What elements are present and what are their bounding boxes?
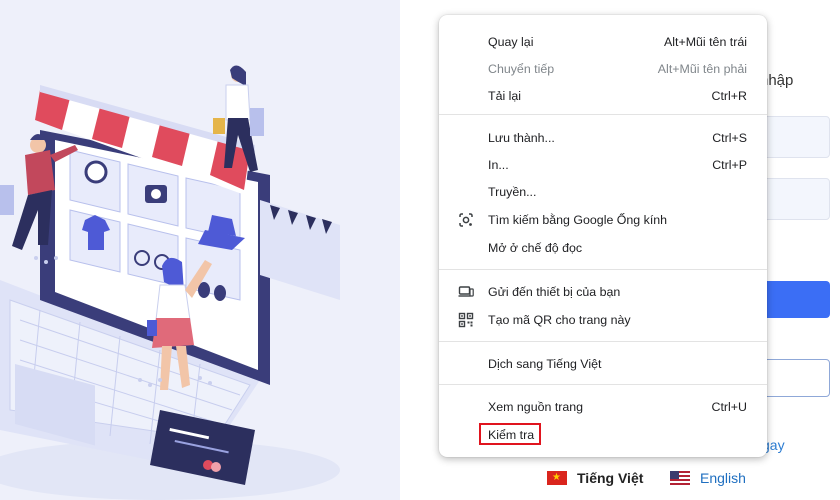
menu-item-label: Dịch sang Tiếng Việt [488,356,602,371]
menu-separator [439,269,767,270]
menu-item-label: Mở ở chế độ đọc [488,240,583,255]
inspect-highlight-box [479,423,541,445]
menu-item-shortcut: Ctrl+S [712,130,747,145]
menu-item-send-to-device[interactable]: Gửi đến thiết bị của bạn [439,278,767,305]
qr-code-icon [458,312,474,328]
vn-flag-icon [547,471,567,485]
menu-item-translate[interactable]: Dịch sang Tiếng Việt [439,350,767,377]
menu-item-label: In... [488,157,509,172]
laptop-store-illustration [0,65,340,500]
language-english[interactable]: English [670,470,746,486]
menu-item-label: Quay lại [488,34,534,49]
menu-item-shortcut: Ctrl+P [712,157,747,172]
language-english-label: English [700,470,746,486]
us-flag-icon [670,471,690,485]
menu-item-qr-code[interactable]: Tạo mã QR cho trang này [439,306,767,333]
menu-item-cast[interactable]: Truyền... [439,178,767,205]
menu-item-shortcut: Ctrl+U [711,399,747,414]
menu-separator [439,341,767,342]
language-vietnamese-label: Tiếng Việt [577,470,644,486]
context-menu: Quay lại Alt+Mũi tên trái Chuyển tiếp Al… [439,15,767,457]
menu-separator [439,114,767,115]
menu-item-view-source[interactable]: Xem nguồn trang Ctrl+U [439,393,767,420]
menu-item-label: Tạo mã QR cho trang này [488,312,631,327]
menu-item-print[interactable]: In... Ctrl+P [439,151,767,178]
menu-item-reading-mode[interactable]: Mở ở chế độ đọc [439,234,767,261]
menu-item-label: Truyền... [488,184,537,199]
google-lens-icon [459,213,473,227]
language-vietnamese[interactable]: Tiếng Việt [547,470,643,486]
menu-item-forward[interactable]: Chuyển tiếp Alt+Mũi tên phải [439,55,767,82]
menu-item-label: Gửi đến thiết bị của bạn [488,284,621,299]
menu-item-label: Tải lại [488,88,522,103]
menu-item-back[interactable]: Quay lại Alt+Mũi tên trái [439,28,767,55]
menu-separator [439,384,767,385]
shopping-illustration [0,0,400,500]
menu-item-reload[interactable]: Tải lại Ctrl+R [439,82,767,109]
send-to-device-icon [458,286,474,297]
menu-item-google-lens[interactable]: Tìm kiếm bằng Google Ống kính [439,206,767,233]
menu-item-label: Chuyển tiếp [488,61,555,76]
menu-item-shortcut: Alt+Mũi tên phải [657,61,747,76]
menu-item-shortcut: Ctrl+R [711,88,747,103]
menu-item-label: Tìm kiếm bằng Google Ống kính [488,212,668,227]
menu-item-shortcut: Alt+Mũi tên trái [664,34,747,49]
menu-item-save-as[interactable]: Lưu thành... Ctrl+S [439,124,767,151]
menu-item-label: Xem nguồn trang [488,399,584,414]
menu-item-label: Lưu thành... [488,130,555,145]
